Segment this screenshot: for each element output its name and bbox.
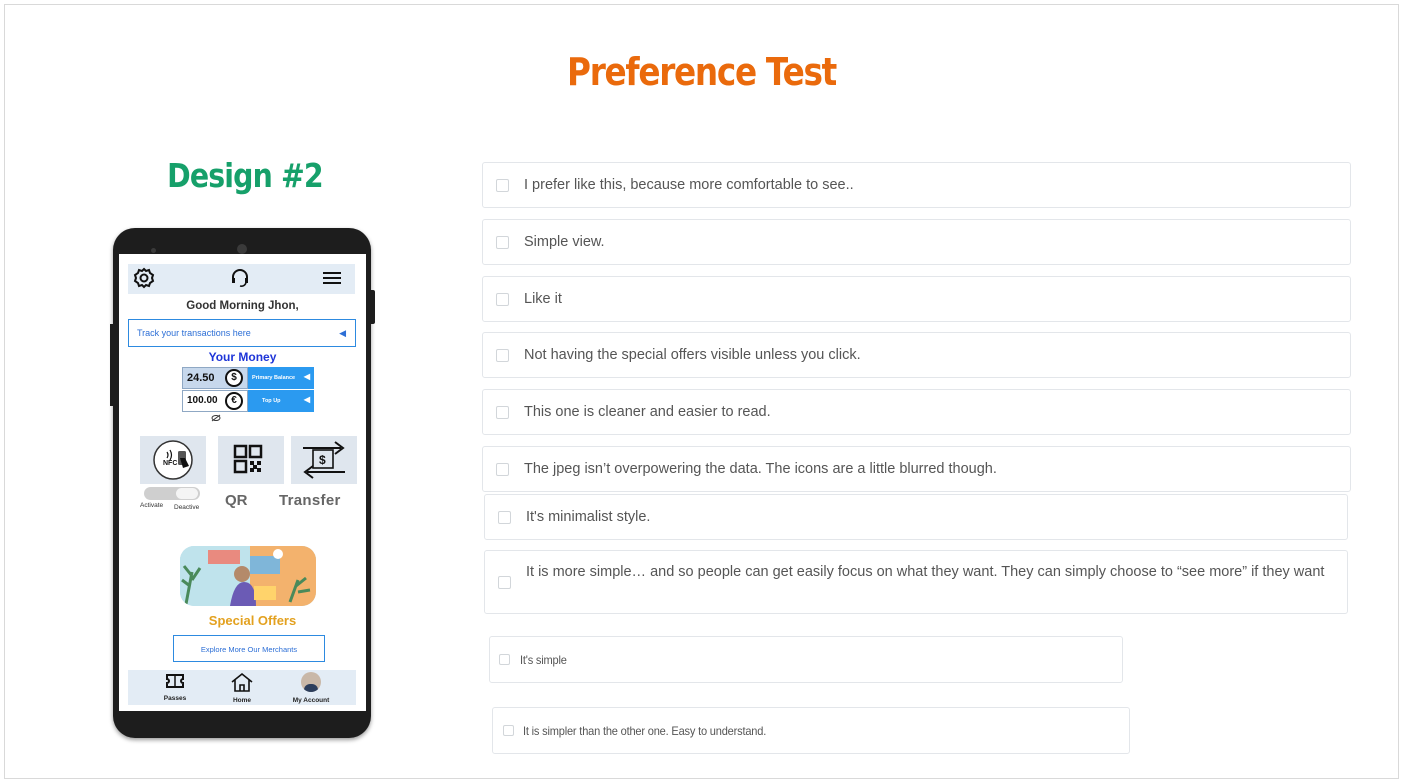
app-top-bar [128,264,355,294]
explore-merchants-button[interactable]: Explore More Our Merchants [173,635,325,662]
deactive-label: Deactive [174,504,200,511]
caret-left-icon: ◀ [303,372,310,381]
activate-label: Activate [140,502,164,509]
option-checkbox[interactable] [496,349,509,362]
phone-volume-button [110,324,113,406]
primary-balance-label: Primary Balance [252,375,296,381]
page-title: Preference Test [567,50,837,94]
option-checkbox[interactable] [496,236,509,249]
option-4[interactable]: Not having the special offers visible un… [482,332,1351,378]
nfc-tile[interactable]: NFC [140,436,206,484]
svg-text:$: $ [319,453,326,467]
option-checkbox[interactable] [499,654,510,665]
transfer-tile[interactable]: $ [291,436,357,484]
option-10[interactable]: It is simpler than the other one. Easy t… [492,707,1130,754]
transfer-icon: $ [303,441,345,479]
track-transactions-label: Track your transactions here [137,328,251,338]
transfer-label: Transfer [279,492,341,509]
option-text: Not having the special offers visible un… [524,347,861,363]
option-9[interactable]: It's simple [489,636,1123,683]
top-up-button[interactable]: Top Up ◀ [248,390,314,412]
avatar [301,672,321,692]
primary-balance-button[interactable]: Primary Balance ◀ [248,367,314,389]
option-checkbox[interactable] [496,463,509,476]
option-checkbox[interactable] [496,406,509,419]
headset-icon[interactable] [229,267,251,295]
option-checkbox[interactable] [498,576,511,589]
option-3[interactable]: Like it [482,276,1351,322]
nav-my-account[interactable]: My Account [286,672,336,704]
option-text: It's simple [520,653,567,667]
option-text: It is more simple… and so people can get… [526,564,1325,580]
special-offers-illustration[interactable] [180,546,316,606]
option-checkbox[interactable] [496,179,509,192]
phone-mockup: Good Morning Jhon, Track your transactio… [110,228,375,738]
option-1[interactable]: I prefer like this, because more comfort… [482,162,1351,208]
phone-power-button [371,290,375,324]
svg-text:NFC: NFC [163,460,177,467]
caret-left-icon: ◀ [339,328,346,338]
special-offers-title: Special Offers [208,613,297,628]
option-text: I prefer like this, because more comfort… [524,177,854,193]
menu-icon[interactable] [321,267,343,295]
nav-account-label: My Account [292,697,330,704]
eye-slash-icon[interactable] [211,414,221,424]
option-2[interactable]: Simple view. [482,219,1351,265]
balance-eur: 100.00 € [182,390,248,412]
home-icon [217,672,267,697]
option-8[interactable]: It is more simple… and so people can get… [484,550,1348,614]
option-checkbox[interactable] [496,293,509,306]
option-text: This one is cleaner and easier to read. [524,404,771,420]
gear-icon[interactable] [133,267,155,295]
euro-icon: € [225,392,243,410]
option-text: The jpeg isn’t overpowering the data. Th… [524,461,997,477]
nfc-icon: NFC [153,440,193,480]
track-transactions-link[interactable]: Track your transactions here ◀ [128,319,356,347]
option-text: Like it [524,291,562,307]
qr-icon [233,444,263,474]
nav-home[interactable]: Home [217,672,267,704]
passes-icon [150,672,200,695]
dollar-icon: $ [225,369,243,387]
bottom-nav: Passes Home My Account [128,670,356,705]
phone-speaker [237,244,247,254]
option-checkbox[interactable] [498,511,511,524]
nav-passes[interactable]: Passes [150,672,200,702]
balance-usd: 24.50 $ [182,367,248,389]
phone-camera [151,248,156,253]
nfc-toggle[interactable] [144,487,200,500]
your-money-title: Your Money [208,350,277,364]
option-7[interactable]: It's minimalist style. [484,494,1348,540]
option-text: It is simpler than the other one. Easy t… [523,724,767,738]
top-up-label: Top Up [262,398,281,404]
greeting: Good Morning Jhon, [186,300,299,312]
phone-screen: Good Morning Jhon, Track your transactio… [119,254,366,711]
option-text: It's minimalist style. [526,509,651,525]
caret-left-icon: ◀ [303,395,310,404]
option-5[interactable]: This one is cleaner and easier to read. [482,389,1351,435]
design-label: Design #2 [167,156,323,195]
nav-home-label: Home [232,697,252,704]
qr-label: QR [225,492,248,509]
balance-amount: 24.50 [187,372,215,384]
option-6[interactable]: The jpeg isn’t overpowering the data. Th… [482,446,1351,492]
option-checkbox[interactable] [503,725,514,736]
nav-passes-label: Passes [163,695,187,702]
option-text: Simple view. [524,234,605,250]
balance-amount: 100.00 [187,395,218,406]
qr-tile[interactable] [218,436,284,484]
